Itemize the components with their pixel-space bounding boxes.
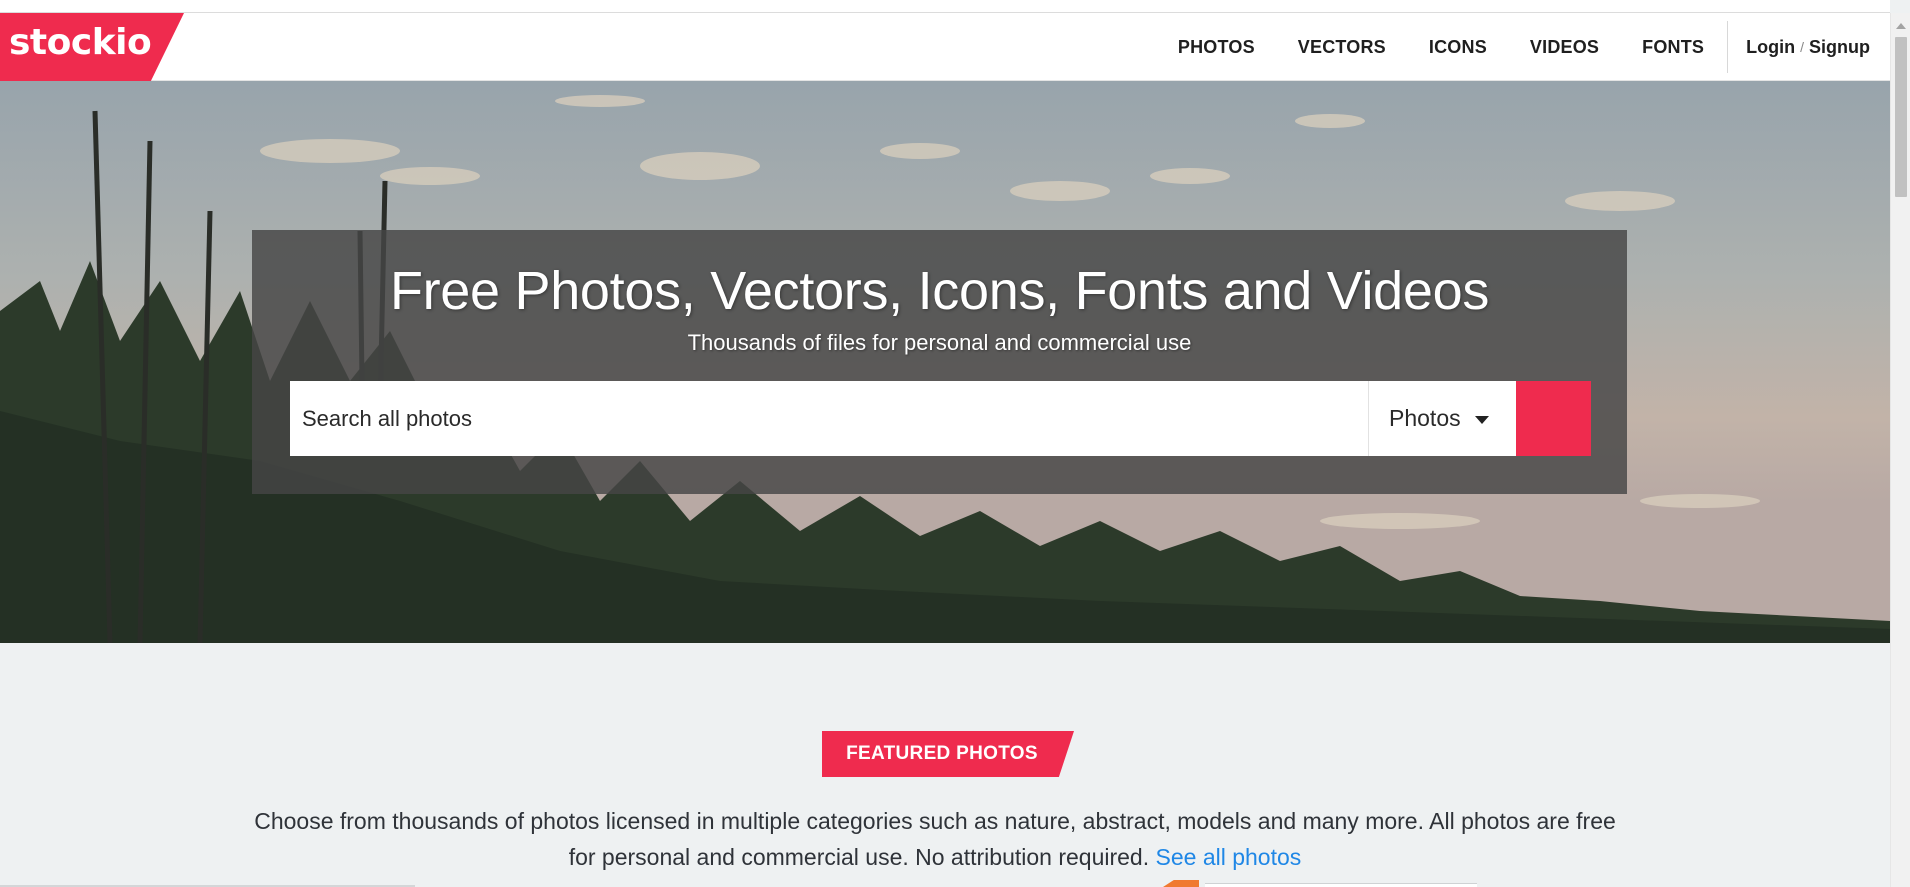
search-input[interactable] [290,381,1368,456]
search-bar: Photos [290,381,1591,456]
auth-separator: / [1800,39,1804,55]
page-scrollbar[interactable] [1890,13,1910,887]
content-type-select[interactable]: Photos [1368,381,1516,456]
auth-links: Login / Signup [1746,37,1870,58]
nav-photos[interactable]: PHOTOS [1178,37,1255,58]
nav-videos[interactable]: VIDEOS [1530,37,1599,58]
content-type-value: Photos [1389,405,1461,431]
hero-title: Free Photos, Vectors, Icons, Fonts and V… [389,261,1490,321]
see-all-photos-link[interactable]: See all photos [1156,844,1302,870]
page: stockio PHOTOS VECTORS ICONS VIDEOS FONT… [0,0,1910,887]
nav-icons[interactable]: ICONS [1429,37,1487,58]
search-icon [292,383,322,413]
hero-banner: Free Photos, Vectors, Icons, Fonts and V… [0,81,1890,643]
card-accent-tag [1163,880,1199,887]
photo-card-edge [1205,883,1477,887]
search-button[interactable] [292,381,1591,456]
featured-description: Choose from thousands of photos licensed… [240,803,1630,875]
nav-vectors[interactable]: VECTORS [1298,37,1386,58]
login-link[interactable]: Login [1746,37,1795,58]
stockio-logo[interactable]: stockio [0,13,184,81]
nav-divider [1727,21,1729,73]
scroll-up-icon[interactable] [1896,23,1906,29]
featured-photos-badge: FEATURED PHOTOS [822,731,1074,777]
hero-subtitle: Thousands of files for personal and comm… [687,330,1192,355]
hero-search-panel: Free Photos, Vectors, Icons, Fonts and V… [252,230,1627,494]
signup-link[interactable]: Signup [1809,37,1870,58]
featured-description-text: Choose from thousands of photos licensed… [254,808,1616,870]
site-header: stockio PHOTOS VECTORS ICONS VIDEOS FONT… [0,13,1890,81]
caret-down-icon [1474,415,1489,424]
nav-fonts[interactable]: FONTS [1642,37,1704,58]
main-nav: PHOTOS VECTORS ICONS VIDEOS FONTS Login … [1178,13,1890,81]
scrollbar-thumb[interactable] [1895,37,1907,197]
browser-top-edge [0,0,1890,13]
